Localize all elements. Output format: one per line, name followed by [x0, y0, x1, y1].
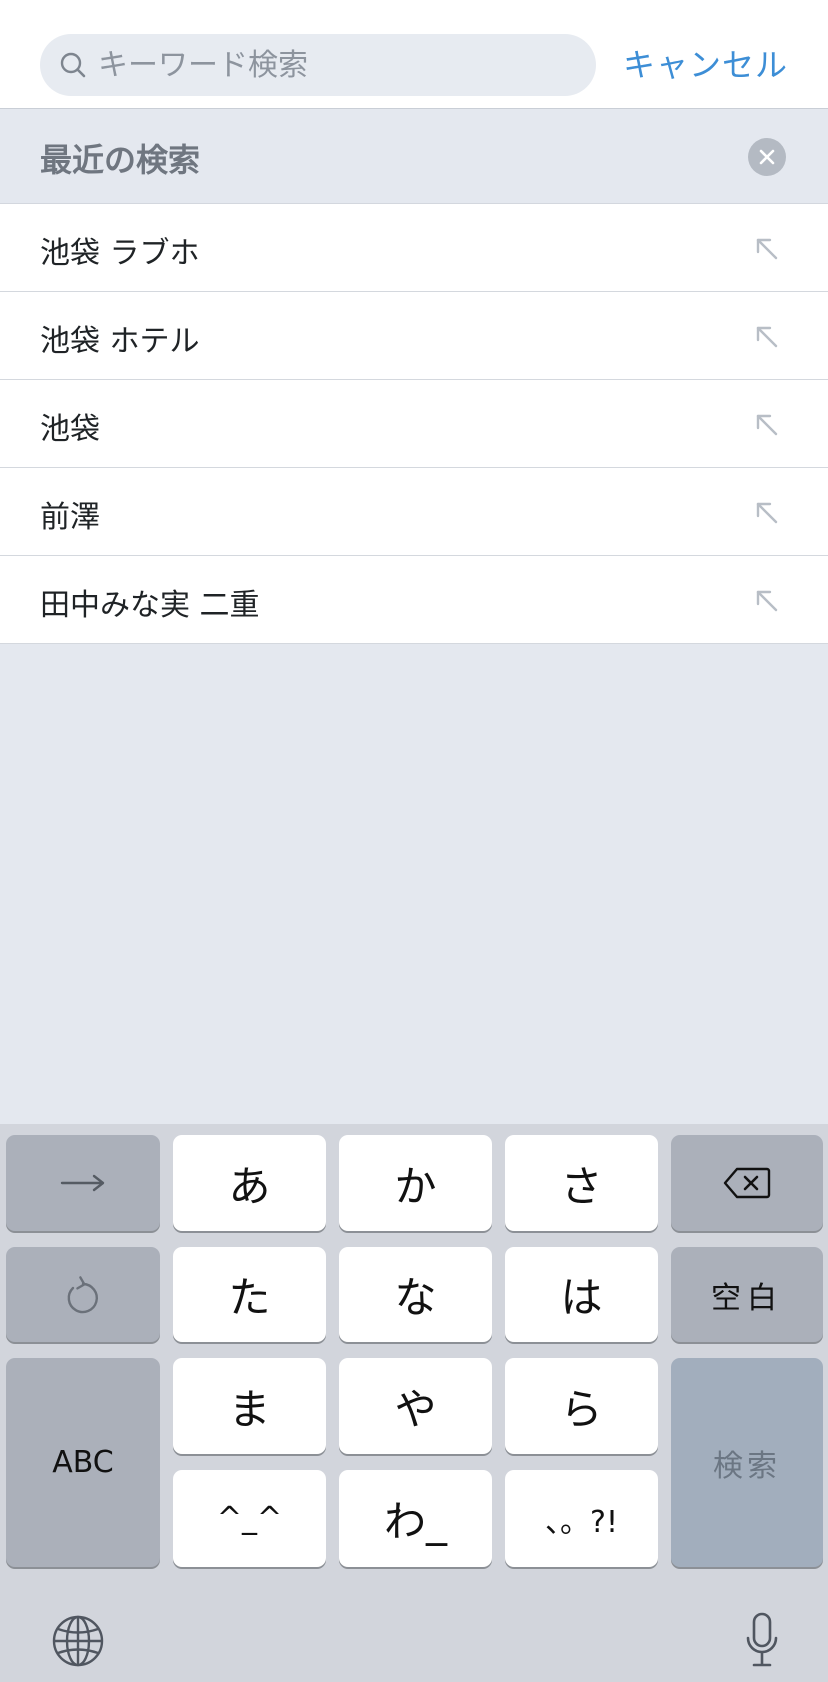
arrow-up-left-icon[interactable]	[748, 494, 784, 530]
space-key[interactable]: 空白	[671, 1247, 823, 1342]
recent-search-item[interactable]: 前澤	[0, 468, 828, 556]
search-key[interactable]: 検索	[671, 1358, 823, 1567]
key-sa[interactable]: さ	[505, 1135, 658, 1231]
recent-search-label: 池袋 ラブホ	[40, 236, 200, 271]
microphone-icon[interactable]	[744, 1612, 780, 1670]
recent-searches-title: 最近の検索	[40, 141, 201, 179]
next-candidate-key[interactable]	[6, 1135, 160, 1231]
close-icon	[759, 149, 775, 165]
arrow-up-left-icon[interactable]	[748, 230, 784, 266]
globe-icon[interactable]	[51, 1614, 105, 1668]
undo-key[interactable]	[6, 1247, 160, 1342]
recent-searches-header: 最近の検索	[0, 109, 828, 204]
arrow-up-left-icon[interactable]	[748, 406, 784, 442]
key-a[interactable]: あ	[173, 1135, 326, 1231]
key-kaomoji[interactable]: ^_^	[173, 1470, 326, 1567]
search-box[interactable]	[40, 34, 596, 96]
arrow-up-left-icon[interactable]	[748, 318, 784, 354]
recent-search-item[interactable]: 池袋	[0, 380, 828, 468]
key-ya[interactable]: や	[339, 1358, 492, 1454]
recent-search-item[interactable]: 池袋 ラブホ	[0, 204, 828, 292]
key-ka[interactable]: か	[339, 1135, 492, 1231]
key-ra[interactable]: ら	[505, 1358, 658, 1454]
key-punctuation[interactable]: 、。?!	[505, 1470, 658, 1567]
recent-search-label: 前澤	[40, 500, 100, 535]
undo-icon	[67, 1275, 98, 1313]
recent-searches-list: 池袋 ラブホ 池袋 ホテル 池袋 前澤 田中みな実 二重	[0, 204, 828, 644]
search-input[interactable]	[98, 40, 568, 90]
recent-search-label: 池袋	[40, 412, 100, 447]
backspace-icon	[723, 1167, 771, 1199]
key-ma[interactable]: ま	[173, 1358, 326, 1454]
search-header: キャンセル	[0, 0, 828, 109]
recent-search-item[interactable]: 田中みな実 二重	[0, 556, 828, 644]
arrow-up-left-icon[interactable]	[748, 582, 784, 618]
key-wa[interactable]: わ_	[339, 1470, 492, 1567]
key-ta[interactable]: た	[173, 1247, 326, 1342]
delete-key[interactable]	[671, 1135, 823, 1231]
recent-search-label: 池袋 ホテル	[40, 324, 200, 359]
search-icon	[60, 52, 86, 78]
abc-key[interactable]: ABC	[6, 1358, 160, 1567]
japanese-kana-keyboard: あ か さ た な は 空白 ABC ま や ら 検索 ^_^ わ_ 、。?!	[0, 1124, 828, 1682]
key-na[interactable]: な	[339, 1247, 492, 1342]
cancel-button[interactable]: キャンセル	[623, 40, 788, 90]
recent-search-label: 田中みな実 二重	[40, 588, 260, 623]
key-ha[interactable]: は	[505, 1247, 658, 1342]
arrow-right-icon	[60, 1174, 105, 1192]
clear-recent-button[interactable]	[748, 138, 786, 176]
recent-search-item[interactable]: 池袋 ホテル	[0, 292, 828, 380]
